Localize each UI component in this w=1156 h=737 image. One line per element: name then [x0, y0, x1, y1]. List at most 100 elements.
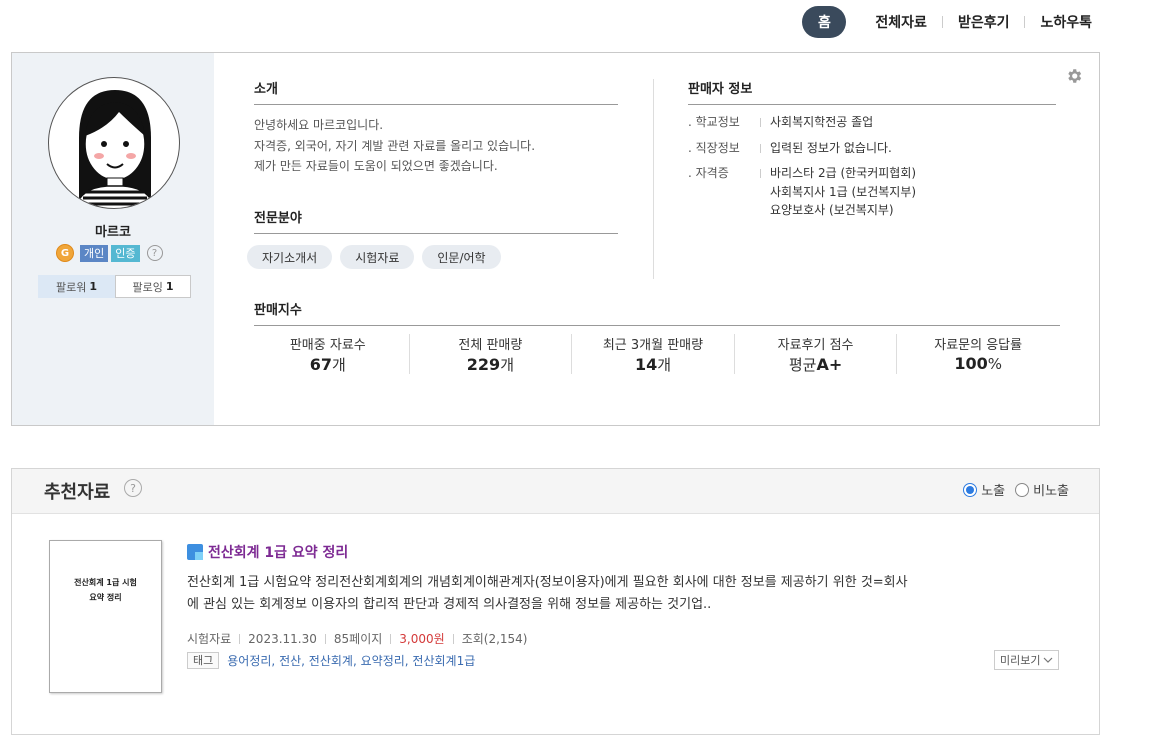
expertise-chips: 자기소개서 시험자료 인문/어학	[247, 245, 501, 269]
chevron-down-icon	[1044, 657, 1053, 663]
avatar-illustration-icon	[74, 90, 156, 208]
intro-title: 소개	[254, 78, 618, 105]
radio-checked-icon[interactable]	[963, 482, 978, 497]
stat-value: 229	[466, 355, 501, 374]
cert-values: 바리스타 2급 (한국커피협회) 사회복지사 1급 (보건복지부) 요양보호사 …	[770, 164, 916, 220]
stat-value: 14	[634, 355, 658, 374]
radio-show-label: 노출	[981, 484, 1006, 499]
following-label: 팔로잉	[132, 280, 163, 294]
stat-label: 전체 판매량	[458, 338, 523, 353]
stat-item: 전체 판매량 229개	[410, 334, 573, 374]
thumbnail-line: 전산회계 1급 시험	[74, 578, 137, 587]
profile-card: 마르코 G 개인 인증 ? 팔로워 1 팔로잉 1 소개 안녕하세요 마르코입니…	[11, 52, 1100, 426]
radio-show[interactable]: 노출	[963, 480, 1005, 499]
stat-label: 자료후기 점수	[777, 338, 854, 353]
nav-all-materials[interactable]: 전체자료	[860, 12, 942, 32]
meta-separator	[324, 633, 326, 644]
tag-link[interactable]: 요약정리,	[361, 652, 409, 669]
stat-label: 자료문의 응답률	[934, 338, 1023, 353]
job-value: 입력된 정보가 없습니다.	[770, 141, 892, 155]
meta-separator	[452, 633, 454, 644]
school-info-row: . 학교정보 사회복지학전공 졸업	[688, 113, 873, 132]
meta-separator	[390, 633, 392, 644]
cert-label: . 자격증	[688, 164, 770, 220]
badge-verified: 인증	[111, 244, 140, 262]
top-nav: 홈 전체자료 받은후기 노하우톡	[802, 6, 1092, 38]
intro-line: 안녕하세요 마르코입니다.	[254, 118, 384, 132]
stat-value: A+	[816, 355, 843, 374]
description-line: 전산회계 1급 시험요약 정리전산회계회계의 개념회계이해관계자(정보이용자)에…	[187, 575, 908, 590]
job-label: . 직장정보	[688, 139, 770, 158]
stat-item: 자료후기 점수 평균A+	[735, 334, 898, 374]
stat-item: 판매중 자료수 67개	[247, 334, 410, 374]
tag-label: 태그	[187, 652, 220, 669]
cert-item: 바리스타 2급 (한국커피협회)	[770, 166, 917, 180]
school-value: 사회복지학전공 졸업	[770, 115, 874, 129]
sales-index-title: 판매지수	[254, 299, 1060, 326]
help-icon[interactable]: ?	[146, 245, 163, 261]
intro-line: 자격증, 외국어, 자기 계발 관련 자료를 올리고 있습니다.	[254, 138, 536, 153]
seller-badges: G 개인 인증 ?	[56, 244, 163, 262]
nav-reviews[interactable]: 받은후기	[943, 12, 1025, 32]
document-description: 전산회계 1급 시험요약 정리전산회계회계의 개념회계이해관계자(정보이용자)에…	[187, 572, 1027, 616]
document-type-icon	[187, 544, 203, 560]
stat-value: 100	[954, 354, 988, 373]
intro-line: 제가 만든 자료들이 도움이 되었으면 좋겠습니다.	[254, 159, 498, 173]
stat-value-wrap: 100%	[897, 354, 1059, 373]
meta-pages: 85페이지	[333, 632, 383, 646]
tag-link[interactable]: 전산,	[279, 652, 305, 669]
document-title-row: 전산회계 1급 요약 정리	[187, 542, 348, 562]
meta-separator	[239, 633, 241, 644]
followers-count: 1	[89, 280, 98, 293]
followers-button[interactable]: 팔로워 1	[38, 275, 115, 298]
recommend-title: 추천자료	[44, 482, 111, 503]
preview-label: 미리보기	[1000, 654, 1041, 667]
document-thumbnail[interactable]: 전산회계 1급 시험 요약 정리	[49, 540, 162, 693]
stat-value-wrap: 229개	[410, 354, 572, 375]
recommend-header: 추천자료 ? 노출 비노출	[12, 469, 1099, 514]
meta-category: 시험자료	[187, 632, 232, 646]
seller-name: 마르코	[95, 225, 131, 240]
tag-link[interactable]: 전산회계,	[309, 652, 357, 669]
preview-button[interactable]: 미리보기	[994, 650, 1060, 670]
meta-price: 3,000원	[399, 632, 445, 646]
thumbnail-line: 요약 정리	[89, 593, 122, 602]
stat-item: 최근 3개월 판매량 14개	[572, 334, 735, 374]
following-button[interactable]: 팔로잉 1	[115, 275, 191, 298]
nav-knowhow[interactable]: 노하우톡	[1025, 12, 1092, 32]
cert-item: 요양보호사 (보건복지부)	[770, 203, 894, 217]
radio-hide-label: 비노출	[1033, 484, 1069, 499]
stat-value-wrap: 14개	[572, 354, 734, 375]
expertise-chip[interactable]: 인문/어학	[422, 245, 501, 269]
stat-value-wrap: 67개	[247, 354, 409, 375]
nav-home-button[interactable]: 홈	[802, 6, 847, 38]
badge-personal: 개인	[80, 244, 109, 262]
school-label: . 학교정보	[688, 113, 770, 132]
help-icon[interactable]: ?	[124, 479, 142, 497]
radio-hide[interactable]: 비노출	[1015, 480, 1069, 499]
followers-label: 팔로워	[55, 280, 87, 294]
radio-unchecked-icon[interactable]	[1015, 482, 1030, 497]
seller-info-title: 판매자 정보	[688, 78, 1056, 105]
stat-value-wrap: 평균A+	[735, 354, 897, 375]
document-tags: 태그 용어정리, 전산, 전산회계, 요약정리, 전산회계1급	[187, 652, 475, 669]
follow-stats: 팔로워 1 팔로잉 1	[38, 275, 191, 298]
tag-link[interactable]: 전산회계1급	[412, 652, 475, 669]
expertise-chip[interactable]: 시험자료	[340, 245, 415, 269]
description-line: 에 관심 있는 회계정보 이용자의 합리적 판단과 경제적 의사결정을 위해 정…	[187, 597, 712, 612]
stat-prefix: 평균	[788, 356, 817, 374]
vertical-divider	[653, 79, 654, 279]
gear-icon[interactable]	[1065, 67, 1083, 85]
sales-stats: 판매중 자료수 67개 전체 판매량 229개 최근 3개월 판매량 14개 자…	[247, 334, 1059, 374]
tag-link[interactable]: 용어정리,	[227, 652, 275, 669]
expertise-chip[interactable]: 자기소개서	[247, 245, 333, 269]
stat-label: 최근 3개월 판매량	[602, 338, 704, 353]
document-title-link[interactable]: 전산회계 1급 요약 정리	[208, 542, 348, 562]
expertise-title: 전문분야	[254, 207, 618, 234]
stat-unit: %	[987, 355, 1002, 373]
stat-value: 67	[309, 355, 333, 374]
stat-item: 자료문의 응답률 100%	[897, 334, 1059, 374]
job-info-row: . 직장정보 입력된 정보가 없습니다.	[688, 139, 892, 158]
meta-views: 조회(2,154)	[461, 632, 528, 646]
stat-label: 판매중 자료수	[289, 338, 366, 353]
